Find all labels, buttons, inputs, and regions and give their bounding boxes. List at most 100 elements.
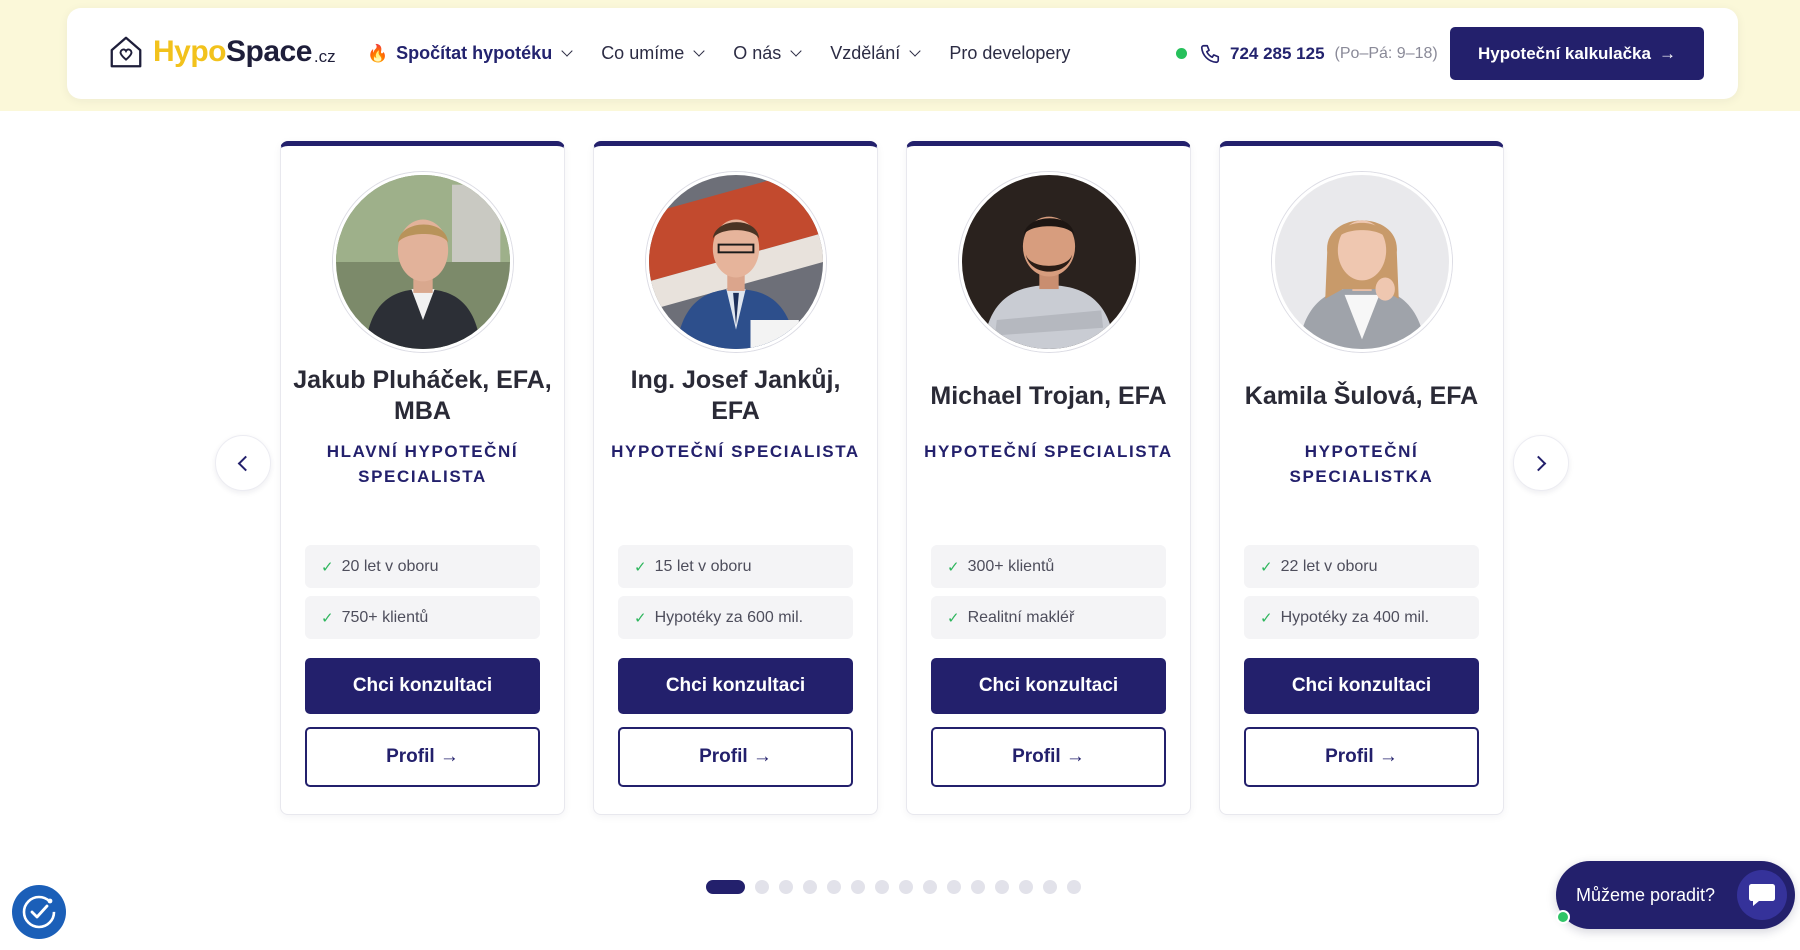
logo-text-tld: .cz (313, 47, 336, 66)
nav-item-label: O nás (733, 43, 782, 63)
pagination-dot[interactable] (923, 880, 937, 894)
button-label: Hypoteční kalkulačka (1478, 43, 1651, 63)
specialist-role: HYPOTEČNÍ SPECIALISTA (924, 442, 1173, 461)
stat-label: Hypotéky za 400 mil. (1280, 608, 1430, 626)
check-icon: ✓ (634, 609, 647, 627)
pagination-dot[interactable] (851, 880, 865, 894)
consultation-button[interactable]: Chci konzultaci (305, 658, 540, 714)
phone-number: 724 285 125 (1230, 43, 1325, 63)
pagination-dot[interactable] (755, 880, 769, 894)
stat-item: ✓ 22 let v oboru (1244, 545, 1479, 588)
nav-item-label: Co umíme (601, 43, 685, 63)
pagination-dot[interactable] (995, 880, 1009, 894)
stat-item: ✓ 300+ klientů (931, 545, 1166, 588)
check-icon: ✓ (1260, 558, 1273, 576)
stat-item: ✓ Hypotéky za 400 mil. (1244, 596, 1479, 639)
consultation-button[interactable]: Chci konzultaci (1244, 658, 1479, 714)
specialist-role: HYPOTEČNÍ SPECIALISTA (611, 442, 860, 461)
stat-item: ✓ 750+ klientů (305, 596, 540, 639)
chevron-left-icon (237, 455, 254, 471)
check-icon: ✓ (1260, 609, 1273, 627)
specialist-card: Kamila Šulová, EFA HYPOTEČNÍ SPECIALISTK… (1219, 141, 1504, 815)
stat-item: ✓ Hypotéky za 600 mil. (618, 596, 853, 639)
nav-item-co-umime[interactable]: Co umíme (601, 43, 705, 64)
specialist-name: Michael Trojan, EFA (930, 381, 1167, 410)
stat-label: 300+ klientů (967, 557, 1055, 575)
nav-item-label: Spočítat hypotéku (396, 43, 553, 63)
portrait-photo (336, 175, 510, 349)
pagination-dot[interactable] (827, 880, 841, 894)
carousel-next-button[interactable] (1513, 435, 1569, 491)
check-icon: ✓ (321, 609, 334, 627)
pagination-dot[interactable] (947, 880, 961, 894)
profile-button[interactable]: Profil → (305, 727, 540, 787)
chevron-right-icon (1530, 455, 1547, 471)
pagination-dot[interactable] (1067, 880, 1081, 894)
chat-widget-button[interactable]: Můžeme poradit? (1556, 861, 1795, 929)
house-heart-icon (110, 36, 142, 68)
avatar (646, 172, 826, 352)
avatar (333, 172, 513, 352)
phone-hours: (Po–Pá: 9–18) (1334, 44, 1438, 62)
specialist-card: Michael Trojan, EFA HYPOTEČNÍ SPECIALIST… (906, 141, 1191, 815)
check-icon: ✓ (321, 558, 334, 576)
profile-button[interactable]: Profil → (931, 727, 1166, 787)
pagination-dot[interactable] (706, 880, 745, 894)
pagination-dot[interactable] (803, 880, 817, 894)
check-icon: ✓ (947, 558, 960, 576)
specialist-name: Ing. Josef Jankůj, EFA (630, 366, 841, 425)
main-navbar: Hypo Space .cz 🔥 Spočítat hypotéku Co um… (67, 8, 1738, 99)
stat-label: Hypotéky za 600 mil. (654, 608, 804, 626)
pagination-dot[interactable] (899, 880, 913, 894)
specialist-role: HLAVNÍ HYPOTEČNÍ SPECIALISTA (326, 442, 519, 486)
stat-label: 15 let v oboru (654, 557, 752, 575)
chat-label: Můžeme poradit? (1576, 884, 1716, 905)
check-icon: ✓ (947, 609, 960, 627)
nav-item-o-nas[interactable]: O nás (733, 43, 802, 64)
stat-label: 750+ klientů (341, 608, 429, 626)
nav-item-label: Vzdělání (830, 43, 901, 63)
consultation-button[interactable]: Chci konzultaci (618, 658, 853, 714)
nav-item-spocitat-hypoteku[interactable]: 🔥 Spočítat hypotéku (367, 43, 573, 64)
pagination-dot[interactable] (779, 880, 793, 894)
avatar (1272, 172, 1452, 352)
carousel-pagination (706, 880, 1091, 894)
chevron-down-icon (693, 45, 705, 57)
portrait-photo (962, 175, 1136, 349)
carousel-prev-button[interactable] (215, 435, 271, 491)
phone-contact[interactable]: 724 285 125 (Po–Pá: 9–18) (1176, 8, 1438, 99)
logo-text-space: Space (226, 35, 312, 68)
pagination-dot[interactable] (1043, 880, 1057, 894)
profile-button[interactable]: Profil → (1244, 727, 1479, 787)
chat-online-indicator (1556, 910, 1570, 924)
arrow-right-icon: → (1658, 43, 1676, 63)
mortgage-calculator-button[interactable]: Hypoteční kalkulačka → (1450, 27, 1704, 80)
logo-text-hypo: Hypo (153, 35, 227, 68)
check-icon: ✓ (634, 558, 647, 576)
chevron-down-icon (561, 45, 573, 57)
stat-label: 22 let v oboru (1280, 557, 1378, 575)
specialist-card: Jakub Pluháček, EFA, MBA HLAVNÍ HYPOTEČN… (280, 141, 565, 815)
specialist-name: Jakub Pluháček, EFA, MBA (293, 366, 552, 425)
site-logo[interactable]: Hypo Space .cz (107, 32, 336, 72)
portrait-photo (1275, 175, 1449, 349)
nav-item-pro-developery[interactable]: Pro developery (949, 43, 1070, 64)
consultation-button[interactable]: Chci konzultaci (931, 658, 1166, 714)
stat-item: ✓ 20 let v oboru (305, 545, 540, 588)
cookie-settings-button[interactable] (12, 885, 66, 939)
nav-item-vzdelani[interactable]: Vzdělání (830, 43, 921, 64)
specialist-name: Kamila Šulová, EFA (1244, 381, 1479, 410)
primary-nav: 🔥 Spočítat hypotéku Co umíme O nás Vzděl… (367, 8, 1100, 99)
chevron-down-icon (909, 45, 921, 57)
avatar (959, 172, 1139, 352)
pagination-dot[interactable] (1019, 880, 1033, 894)
portrait-photo (649, 175, 823, 349)
specialist-role: HYPOTEČNÍ SPECIALISTKA (1289, 442, 1434, 486)
stat-label: 20 let v oboru (341, 557, 439, 575)
pagination-dot[interactable] (875, 880, 889, 894)
profile-button[interactable]: Profil → (618, 727, 853, 787)
nav-item-label: Pro developery (949, 43, 1071, 63)
chat-bubble-icon (1737, 870, 1787, 920)
pagination-dot[interactable] (971, 880, 985, 894)
specialist-card: Ing. Josef Jankůj, EFA HYPOTEČNÍ SPECIAL… (593, 141, 878, 815)
